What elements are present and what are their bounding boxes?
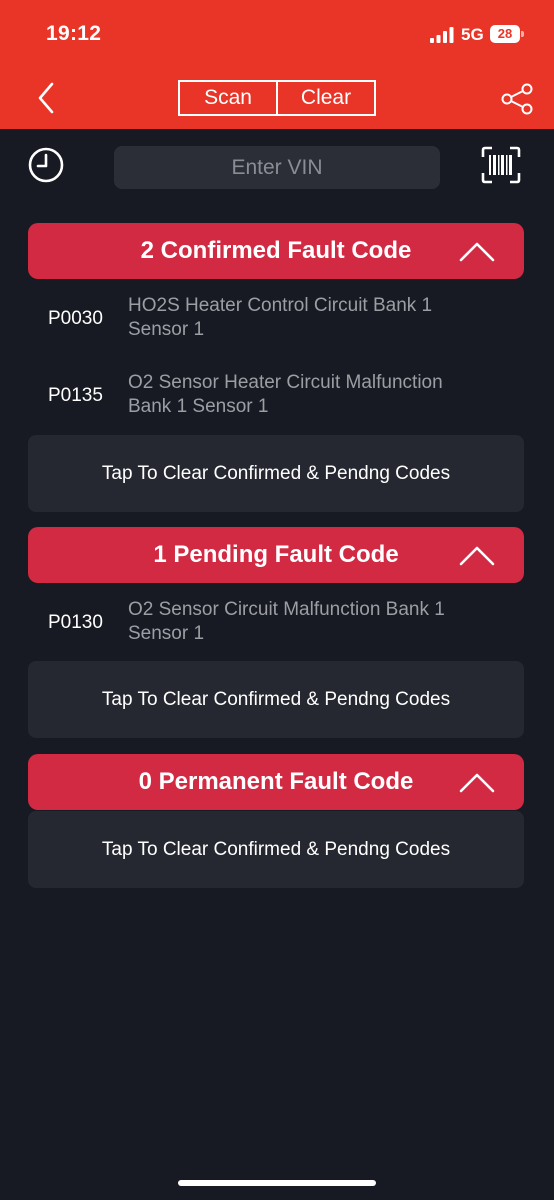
cellular-signal-icon bbox=[430, 27, 454, 43]
clear-button[interactable]: Clear bbox=[276, 82, 374, 114]
clock-icon[interactable] bbox=[27, 146, 65, 184]
section-title: 2 Confirmed Fault Code bbox=[140, 237, 412, 264]
fault-description: O2 Sensor Circuit Malfunction Bank 1 Sen… bbox=[128, 599, 445, 644]
status-time: 19:12 bbox=[46, 22, 102, 45]
pending-fault-header[interactable]: 1 Pending Fault Code bbox=[28, 527, 524, 583]
clear-codes-button[interactable]: Tap To Clear Confirmed & Pendng Codes bbox=[28, 661, 524, 738]
vin-input[interactable] bbox=[114, 146, 440, 189]
fault-description: O2 Sensor Heater Circuit Malfunction Ban… bbox=[128, 372, 443, 417]
permanent-fault-header[interactable]: 0 Permanent Fault Code bbox=[28, 754, 524, 810]
scan-button[interactable]: Scan bbox=[180, 82, 276, 114]
barcode-scan-icon[interactable] bbox=[481, 146, 521, 184]
fault-code-row[interactable]: P0135 O2 Sensor Heater Circuit Malfuncti… bbox=[28, 361, 524, 431]
fault-code-row[interactable]: P0030 HO2S Heater Control Circuit Bank 1… bbox=[28, 284, 524, 354]
confirmed-fault-header[interactable]: 2 Confirmed Fault Code bbox=[28, 223, 524, 279]
fault-code-row[interactable]: P0130 O2 Sensor Circuit Malfunction Bank… bbox=[28, 588, 524, 658]
chevron-up-icon bbox=[459, 546, 495, 566]
fault-code: P0135 bbox=[48, 385, 103, 406]
fault-code: P0130 bbox=[48, 612, 103, 633]
clear-codes-button[interactable]: Tap To Clear Confirmed & Pendng Codes bbox=[28, 435, 524, 512]
app-header: 19:12 5G 28 Scan Clear bbox=[0, 0, 554, 129]
fault-description: HO2S Heater Control Circuit Bank 1 Senso… bbox=[128, 295, 433, 340]
network-type: 5G bbox=[461, 25, 484, 44]
section-title: 1 Pending Fault Code bbox=[153, 541, 399, 568]
battery-nub bbox=[521, 31, 524, 37]
chevron-up-icon bbox=[459, 242, 495, 262]
clear-codes-button[interactable]: Tap To Clear Confirmed & Pendng Codes bbox=[28, 811, 524, 888]
chevron-up-icon bbox=[459, 773, 495, 793]
section-title: 0 Permanent Fault Code bbox=[138, 768, 414, 795]
battery-icon: 28 bbox=[490, 25, 524, 43]
scan-clear-toggle: Scan Clear bbox=[178, 80, 376, 116]
battery-level: 28 bbox=[490, 25, 520, 43]
fault-code: P0030 bbox=[48, 308, 103, 329]
share-icon[interactable] bbox=[500, 82, 534, 116]
chevron-left-icon[interactable] bbox=[32, 80, 64, 116]
home-indicator[interactable] bbox=[178, 1180, 376, 1186]
